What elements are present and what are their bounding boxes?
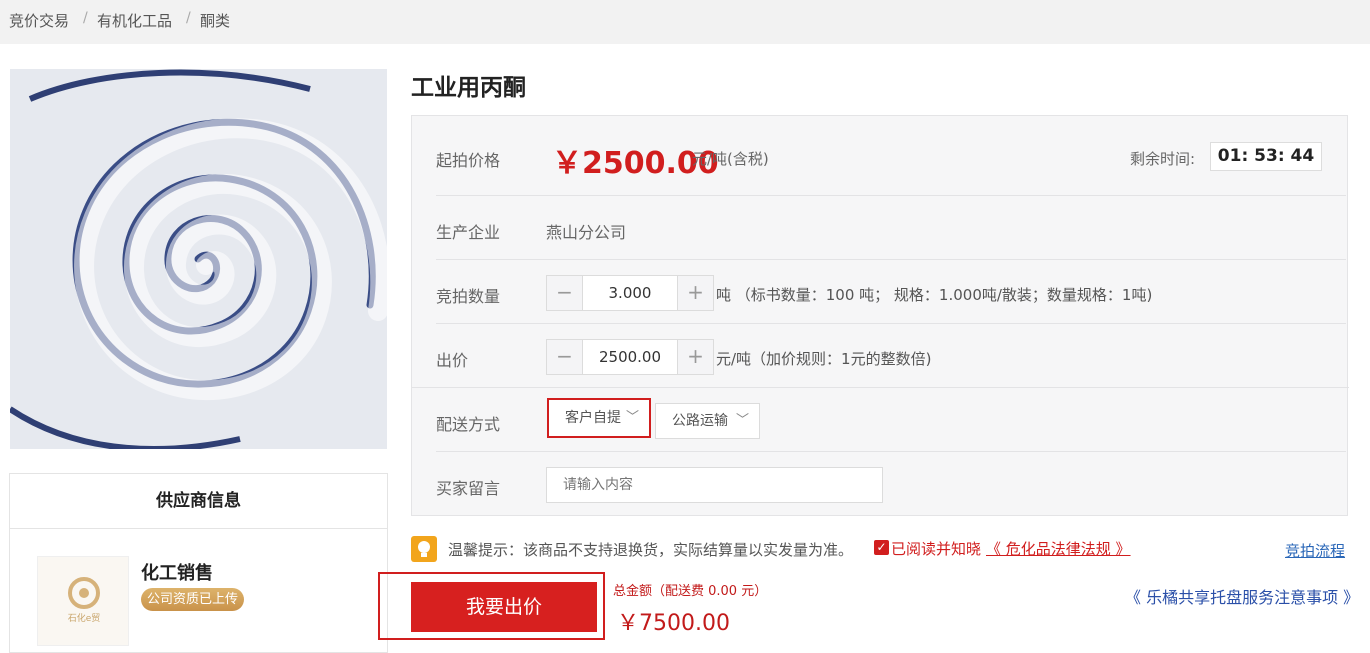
countdown-timer: 01: 53: 44 bbox=[1210, 142, 1322, 171]
supplier-logo: 石化e贸 bbox=[37, 556, 129, 646]
bid-price-note: 元/吨（加价规则：1元的整数倍) bbox=[716, 350, 932, 368]
bid-price-label: 出价 bbox=[436, 351, 469, 370]
supplier-info-title: 供应商信息 bbox=[10, 474, 387, 529]
read-acknowledge-label: 已阅读并知晓 bbox=[891, 540, 982, 558]
bidding-process-link[interactable]: 竞拍流程 bbox=[1285, 540, 1345, 561]
breadcrumb-item-bidding[interactable]: 竞价交易 bbox=[9, 10, 69, 31]
total-amount-label: 总金额（配送费 0.00 元） bbox=[613, 584, 768, 599]
divider bbox=[436, 323, 1346, 324]
breadcrumb-separator: / bbox=[186, 10, 191, 26]
place-bid-button[interactable]: 我要出价 bbox=[411, 582, 597, 632]
quantity-increment-button[interactable]: + bbox=[677, 276, 713, 310]
delivery-option-self-pickup[interactable]: 客户自提 ﹀ bbox=[547, 398, 651, 438]
buyer-message-input[interactable] bbox=[546, 467, 883, 503]
manufacturer-label: 生产企业 bbox=[436, 223, 501, 242]
quantity-input[interactable]: 3.000 bbox=[583, 276, 677, 310]
product-photo bbox=[10, 69, 387, 449]
product-image bbox=[10, 69, 387, 449]
divider bbox=[436, 195, 1346, 196]
quantity-note: 吨 （标书数量：100 吨； 规格：1.000吨/散装；数量规格：1吨) bbox=[716, 286, 1153, 304]
quantity-label: 竞拍数量 bbox=[436, 287, 501, 306]
hazardous-chemicals-law-link[interactable]: 《 危化品法律法规 》 bbox=[986, 538, 1131, 559]
remaining-time-label: 剩余时间: bbox=[1130, 150, 1196, 168]
delivery-option-label: 公路运输 bbox=[672, 413, 728, 429]
bid-increment-button[interactable]: + bbox=[677, 340, 713, 374]
buyer-message-label: 买家留言 bbox=[436, 479, 501, 498]
divider bbox=[412, 387, 1349, 388]
divider bbox=[436, 259, 1346, 260]
start-price-label: 起拍价格 bbox=[436, 151, 501, 170]
total-amount-value: ￥7500.00 bbox=[617, 611, 730, 636]
price-unit: 元/吨(含税) bbox=[692, 150, 769, 168]
lightbulb-icon bbox=[411, 536, 437, 562]
supplier-info-card: 供应商信息 石化e贸 化工销售 公司资质已上传 bbox=[9, 473, 388, 653]
bid-decrement-button[interactable]: − bbox=[547, 340, 583, 374]
supplier-logo-text: 石化e贸 bbox=[67, 614, 101, 624]
chevron-down-icon: ﹀ bbox=[625, 410, 639, 425]
chevron-down-icon: ﹀ bbox=[735, 413, 749, 428]
delivery-option-road-transport[interactable]: 公路运输 ﹀ bbox=[655, 403, 760, 439]
delivery-method-label: 配送方式 bbox=[436, 415, 501, 434]
divider bbox=[436, 451, 1346, 452]
breadcrumb-item-organic-chemicals[interactable]: 有机化工品 bbox=[97, 10, 172, 31]
breadcrumb-item-ketones[interactable]: 酮类 bbox=[200, 10, 230, 31]
qualification-badge: 公司资质已上传 bbox=[141, 588, 245, 611]
breadcrumb-separator: / bbox=[83, 10, 88, 26]
bid-price-stepper: − 2500.00 + bbox=[546, 339, 714, 375]
manufacturer-value: 燕山分公司 bbox=[546, 223, 627, 242]
auction-details-panel: 起拍价格 ￥2500.00 元/吨(含税) 剩余时间: 01: 53: 44 生… bbox=[411, 115, 1349, 516]
bid-price-input[interactable]: 2500.00 bbox=[583, 340, 677, 374]
tip-text: 温馨提示：该商品不支持退换货，实际结算量以实发量为准。 bbox=[448, 541, 854, 559]
breadcrumb: 竞价交易 / 有机化工品 / 酮类 bbox=[0, 0, 1370, 44]
product-title: 工业用丙酮 bbox=[411, 75, 526, 101]
quantity-decrement-button[interactable]: − bbox=[547, 276, 583, 310]
quantity-stepper: − 3.000 + bbox=[546, 275, 714, 311]
delivery-option-label: 客户自提 bbox=[565, 410, 621, 426]
checkbox-checked-icon[interactable]: ✓ bbox=[874, 540, 889, 555]
pallet-service-notice-link[interactable]: 《 乐橘共享托盘服务注意事项 》 bbox=[1125, 584, 1359, 608]
supplier-logo-icon bbox=[68, 577, 100, 609]
supplier-name[interactable]: 化工销售 bbox=[141, 559, 213, 585]
